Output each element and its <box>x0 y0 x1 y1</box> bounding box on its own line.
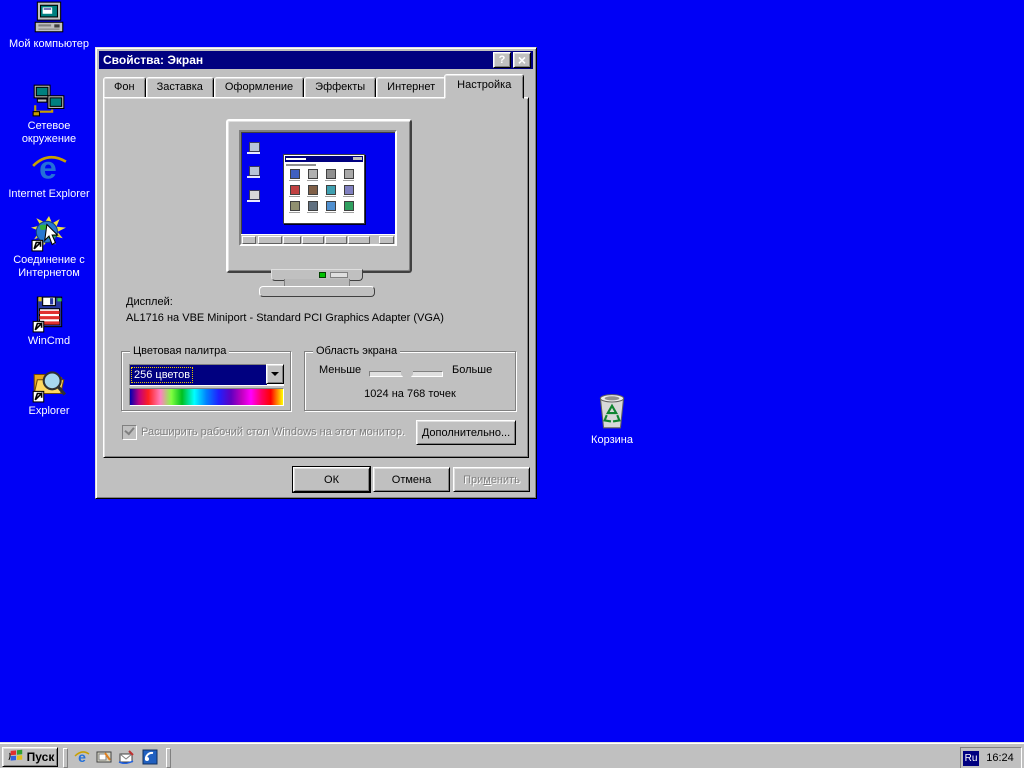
toolbar-grip[interactable] <box>166 748 171 768</box>
wincmd-icon <box>2 295 96 333</box>
desktop: Мой компьютер Сетевое окружение e Intern… <box>0 0 1024 768</box>
combobox-dropdown-button[interactable] <box>266 364 284 384</box>
monitor-power-led <box>319 272 326 278</box>
color-palette-group-title: Цветовая палитра <box>130 345 230 357</box>
monitor-preview <box>226 119 412 273</box>
screen-area-group: Область экрана Меньше Больше 1024 на 768… <box>304 345 516 411</box>
checkmark-icon <box>124 424 135 436</box>
extend-desktop-checkbox <box>122 424 137 440</box>
apply-button: Применить <box>453 467 530 492</box>
desktop-icon-label: Internet Explorer <box>8 188 90 200</box>
monitor-preview-window <box>283 154 365 224</box>
start-button[interactable]: Пуск <box>2 747 58 767</box>
close-button[interactable]: × <box>513 52 531 68</box>
windows-logo-icon <box>8 748 24 766</box>
desktop-icon-recycle-bin[interactable]: Корзина <box>568 392 656 447</box>
screen-area-group-title: Область экрана <box>313 345 401 357</box>
desktop-icon-explorer[interactable]: Explorer <box>2 365 96 418</box>
slider-less-label: Меньше <box>319 364 362 376</box>
desktop-icon-label: Explorer <box>28 405 70 417</box>
language-indicator[interactable]: Ru <box>963 750 979 766</box>
system-tray: Ru 16:24 <box>960 747 1022 768</box>
monitor-preview-base <box>259 286 375 297</box>
internet-explorer-icon: e <box>2 150 96 186</box>
tab-screensaver[interactable]: Заставка <box>145 77 214 98</box>
tab-strip: Фон Заставка Оформление Эффекты Интернет… <box>103 74 525 99</box>
dialog-titlebar[interactable]: Свойства: Экран ? × <box>99 51 533 69</box>
desktop-icon-my-computer[interactable]: Мой компьютер <box>2 0 96 51</box>
desktop-icon-label: Мой компьютер <box>8 38 90 50</box>
tab-effects[interactable]: Эффекты <box>304 77 377 98</box>
help-icon: ? <box>498 54 506 66</box>
slider-more-label: Больше <box>452 364 493 376</box>
advanced-button[interactable]: Дополнительно... <box>416 420 516 445</box>
outlook-express-icon <box>118 750 134 768</box>
desktop-icon-internet-explorer[interactable]: e Internet Explorer <box>2 150 96 201</box>
monitor-preview-screen <box>239 130 397 246</box>
cancel-button[interactable]: Отмена <box>373 467 450 492</box>
close-icon: × <box>517 52 527 68</box>
tab-appearance[interactable]: Оформление <box>213 77 305 98</box>
desktop-icon-label: Соединение с Интернетом <box>13 254 85 279</box>
network-neighborhood-icon <box>2 82 96 118</box>
color-palette-combobox[interactable]: 256 цветов <box>129 364 284 386</box>
taskbar: Пуск e Ru 16:24 <box>0 742 1024 768</box>
desktop-icon-label: WinCmd <box>27 335 71 347</box>
dialog-title: Свойства: Экран <box>103 53 204 67</box>
desktop-icon-label: Сетевое окружение <box>21 120 77 145</box>
explorer-icon <box>2 365 96 403</box>
desktop-icon-connect-internet[interactable]: Соединение с Интернетом <box>2 216 96 280</box>
tab-background[interactable]: Фон <box>103 77 146 98</box>
combobox-selected-value: 256 цветов <box>130 365 267 385</box>
toolbar-grip[interactable] <box>63 748 68 768</box>
tab-web[interactable]: Интернет <box>376 77 447 98</box>
quicklaunch-view-channels[interactable] <box>142 749 158 765</box>
help-button[interactable]: ? <box>493 52 511 68</box>
svg-text:e: e <box>39 150 57 186</box>
show-desktop-icon <box>96 751 112 768</box>
chevron-down-icon <box>271 372 279 376</box>
recycle-bin-icon <box>568 392 656 432</box>
resolution-value: 1024 на 768 точек <box>364 388 456 400</box>
desktop-icon-network[interactable]: Сетевое окружение <box>2 82 96 146</box>
display-adapter-value: AL1716 на VBE Miniport - Standard PCI Gr… <box>126 312 444 324</box>
quicklaunch-show-desktop[interactable] <box>96 749 112 765</box>
color-palette-preview-strip <box>129 388 284 406</box>
desktop-icon-wincmd[interactable]: WinCmd <box>2 295 96 348</box>
view-channels-icon <box>142 749 158 768</box>
monitor-power-button <box>330 272 348 278</box>
desktop-icon-label: Корзина <box>591 434 633 446</box>
taskbar-clock[interactable]: 16:24 <box>979 752 1021 764</box>
connect-internet-icon <box>2 216 96 252</box>
quicklaunch-outlook-express[interactable] <box>118 749 134 765</box>
quicklaunch-internet-explorer[interactable]: e <box>74 749 90 765</box>
extend-desktop-label: Расширить рабочий стол Windows на этот м… <box>141 426 406 438</box>
my-computer-icon <box>2 0 96 36</box>
internet-explorer-icon: e <box>74 749 90 768</box>
start-label: Пуск <box>26 750 55 764</box>
display-label: Дисплей: <box>126 296 173 308</box>
display-properties-dialog: Свойства: Экран ? × Фон Заставка Оформле… <box>95 47 537 499</box>
ok-button[interactable]: ОК <box>292 466 371 493</box>
tab-settings[interactable]: Настройка <box>444 74 525 99</box>
monitor-preview-taskbar <box>241 234 395 244</box>
